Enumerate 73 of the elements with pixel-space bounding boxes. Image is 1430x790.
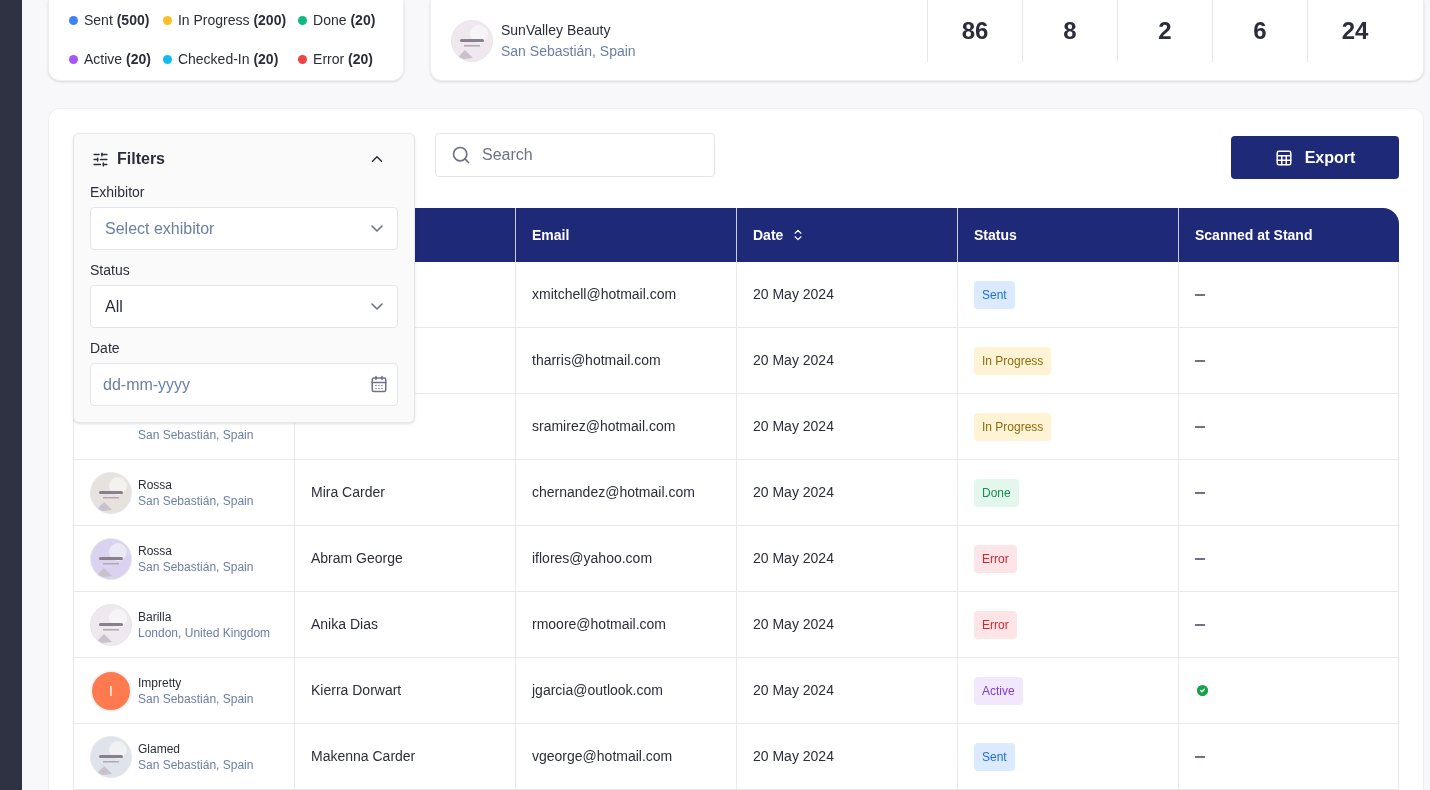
table-cell-text: 20 May 2024 <box>753 285 834 304</box>
exhibitor-location: San Sebastián, Spain <box>501 42 636 61</box>
exhibitor-name: Glamed <box>138 740 182 757</box>
table-cell-text: 20 May 2024 <box>753 417 834 436</box>
table-cell-text: tharris@hotmail.com <box>532 351 661 370</box>
legend-label: Checked-In (20) <box>177 50 279 69</box>
field-label: Date <box>90 339 121 358</box>
table-cell-text: 20 May 2024 <box>753 483 834 502</box>
table-cell-text: Abram George <box>311 549 403 568</box>
table-cell-text: sramirez@hotmail.com <box>532 417 676 436</box>
stat-value: 2 <box>1158 16 1172 46</box>
table-cell-text: Anika Dias <box>311 615 378 634</box>
stat-value: 24 <box>1341 16 1369 46</box>
status-badge: In Progress <box>974 346 1052 375</box>
exhibitor-name: Rossa <box>138 542 173 559</box>
column-header: Status <box>974 225 1017 245</box>
table-cell-text: chernandez@hotmail.com <box>532 483 695 502</box>
exhibitor-name: Impretty <box>138 674 183 691</box>
exhibitor-location: San Sebastián, Spain <box>138 558 254 575</box>
status-badge: Done <box>974 478 1019 507</box>
chevron-down-icon <box>371 303 383 310</box>
table-cell-text: Mira Carder <box>311 483 385 502</box>
status-badge: Error <box>974 610 1017 639</box>
select-field[interactable]: All <box>90 285 398 328</box>
table-cell-text: 20 May 2024 <box>753 615 834 634</box>
filter-icon <box>92 150 109 168</box>
table-cell-text: 20 May 2024 <box>753 747 834 766</box>
exhibitor-name: Rossa <box>138 476 173 493</box>
chevron-down-icon <box>371 225 383 232</box>
table-cell-text: Makenna Carder <box>311 747 416 766</box>
exhibitor-location: San Sebastián, Spain <box>138 492 254 509</box>
table-cell-text: xmitchell@hotmail.com <box>532 285 677 304</box>
search-icon <box>451 145 471 165</box>
exhibitor-location: San Sebastián, Spain <box>138 426 254 443</box>
column-header: Scanned at Stand <box>1195 225 1313 245</box>
exhibitor-location: London, United Kingdom <box>138 624 271 641</box>
export-button[interactable]: Export <box>1231 136 1399 179</box>
table-cell-text: 20 May 2024 <box>753 681 834 700</box>
exhibitor-location: San Sebastián, Spain <box>138 756 254 773</box>
table-cell-text: 20 May 2024 <box>753 549 834 568</box>
table-cell-text: vgeorge@hotmail.com <box>532 747 673 766</box>
column-header[interactable]: Date <box>753 224 784 246</box>
legend-label: Error (20) <box>313 50 373 69</box>
legend-label: Done (20) <box>313 11 376 30</box>
field-label: Exhibitor <box>90 183 146 202</box>
legend-label: In Progress (200) <box>177 11 287 30</box>
status-badge: Sent <box>974 742 1015 771</box>
date-field[interactable]: dd-mm-yyyy <box>90 363 398 406</box>
exhibitor-name: Barilla <box>138 608 173 625</box>
status-badge: Error <box>974 544 1017 573</box>
table-export-icon <box>1274 148 1293 167</box>
calendar-icon[interactable] <box>370 375 388 393</box>
status-badge: Active <box>974 676 1023 705</box>
stat-value: 86 <box>961 16 989 46</box>
select-field[interactable]: Select exhibitor <box>90 207 398 250</box>
search-field[interactable]: Search <box>435 133 715 177</box>
table-cell-text: 20 May 2024 <box>753 351 834 370</box>
filters-title: Filters <box>117 149 165 169</box>
table-cell-text: iflores@yahoo.com <box>532 549 653 568</box>
legend-label: Sent (500) <box>84 11 150 30</box>
field-label: Status <box>90 261 131 280</box>
legend-label: Active (20) <box>84 50 151 69</box>
avatar: I <box>90 669 132 712</box>
table-cell-text: jgarcia@outlook.com <box>532 681 663 700</box>
status-badge: In Progress <box>974 412 1052 441</box>
stat-value: 8 <box>1063 16 1077 46</box>
status-badge: Sent <box>974 280 1015 309</box>
table-cell-text: rmoore@hotmail.com <box>532 615 667 634</box>
exhibitor-location: San Sebastián, Spain <box>138 690 254 707</box>
stat-value: 6 <box>1253 16 1267 46</box>
table-cell-text: Kierra Dorwart <box>311 681 402 700</box>
column-header: Email <box>532 225 570 245</box>
exhibitor-name: SunValley Beauty <box>501 21 612 40</box>
